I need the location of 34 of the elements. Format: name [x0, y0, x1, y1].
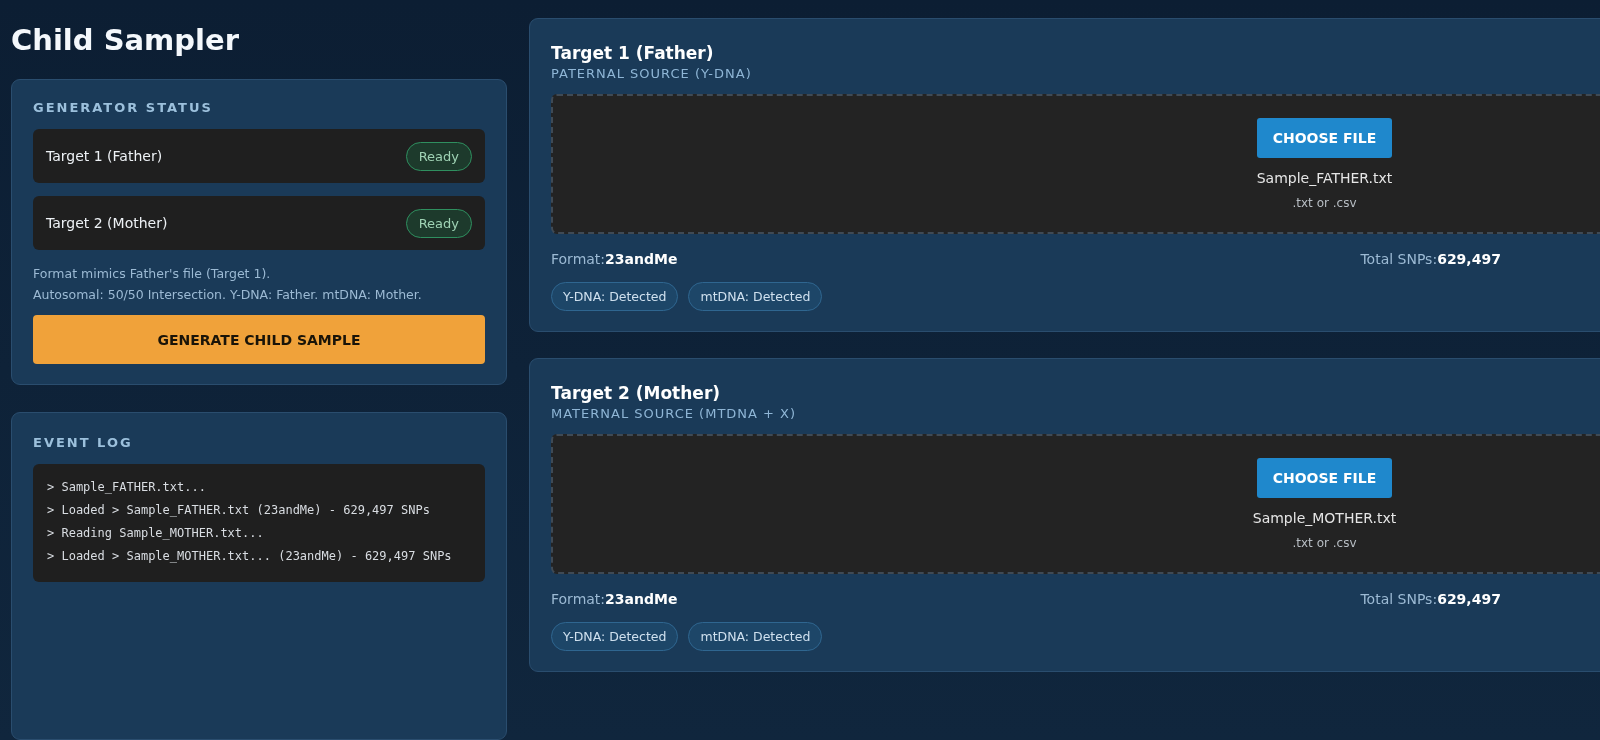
choose-file-button[interactable]: CHOOSE FILE — [1256, 118, 1393, 158]
format-stat: Format:23andMe — [551, 591, 678, 607]
status-badge: Ready — [405, 208, 472, 238]
note-text: Format mimics Father's file (Target 1). — [33, 265, 272, 283]
file-name: Sample_FATHER.txt — [1256, 170, 1393, 186]
detection-tag: Y-DNA: Detected — [551, 622, 679, 651]
snp-total-stat: Total SNPs:629,497 — [1360, 591, 1501, 607]
panel-heading: EVENT LOG — [33, 435, 134, 450]
format-stat: Format:23andMe — [551, 251, 678, 267]
target-subtitle: MATERNAL SOURCE (MTDNA + X) — [551, 406, 798, 421]
log-entry: > Reading Sample_MOTHER.txt... — [47, 525, 265, 542]
target-title: Target 1 (Father) — [551, 43, 715, 63]
detection-tag: Y-DNA: Detected — [551, 282, 679, 311]
status-label: Target 1 (Father) — [46, 148, 163, 164]
file-hint: .txt or .csv — [1292, 196, 1357, 210]
snp-total-stat: Total SNPs:629,497 — [1360, 251, 1501, 267]
file-name: Sample_MOTHER.txt — [1252, 510, 1397, 526]
panel-heading: GENERATOR STATUS — [33, 100, 214, 115]
log-entry: > Loaded > Sample_MOTHER.txt... (23andMe) - 629,497 SNPs — [47, 548, 453, 565]
file-drop-zone[interactable]: CHOOSE FILE Sample_FATHER.txt .txt or .csv — [551, 94, 1600, 234]
log-entry: > Sample_FATHER.txt... — [47, 479, 207, 496]
note-text: Autosomal: 50/50 Intersection. Y-DNA: Father. mtDNA: Mother. — [33, 286, 423, 304]
app-title: Child Sampler — [11, 23, 240, 57]
generate-button[interactable]: GENERATE CHILD SAMPLE — [33, 315, 485, 364]
target-subtitle: PATERNAL SOURCE (Y-DNA) — [551, 66, 753, 81]
detection-tag: mtDNA: Detected — [688, 622, 823, 651]
log-entry: > Loaded > Sample_FATHER.txt (23andMe) - 629,497 SNPs — [47, 502, 431, 519]
file-hint: .txt or .csv — [1292, 536, 1357, 550]
choose-file-button[interactable]: CHOOSE FILE — [1256, 458, 1393, 498]
status-badge: Ready — [405, 141, 472, 171]
target-title: Target 2 (Mother) — [551, 383, 722, 403]
status-label: Target 2 (Mother) — [46, 215, 168, 231]
detection-tag: mtDNA: Detected — [688, 282, 823, 311]
file-drop-zone[interactable]: CHOOSE FILE Sample_MOTHER.txt .txt or .csv — [551, 434, 1600, 574]
